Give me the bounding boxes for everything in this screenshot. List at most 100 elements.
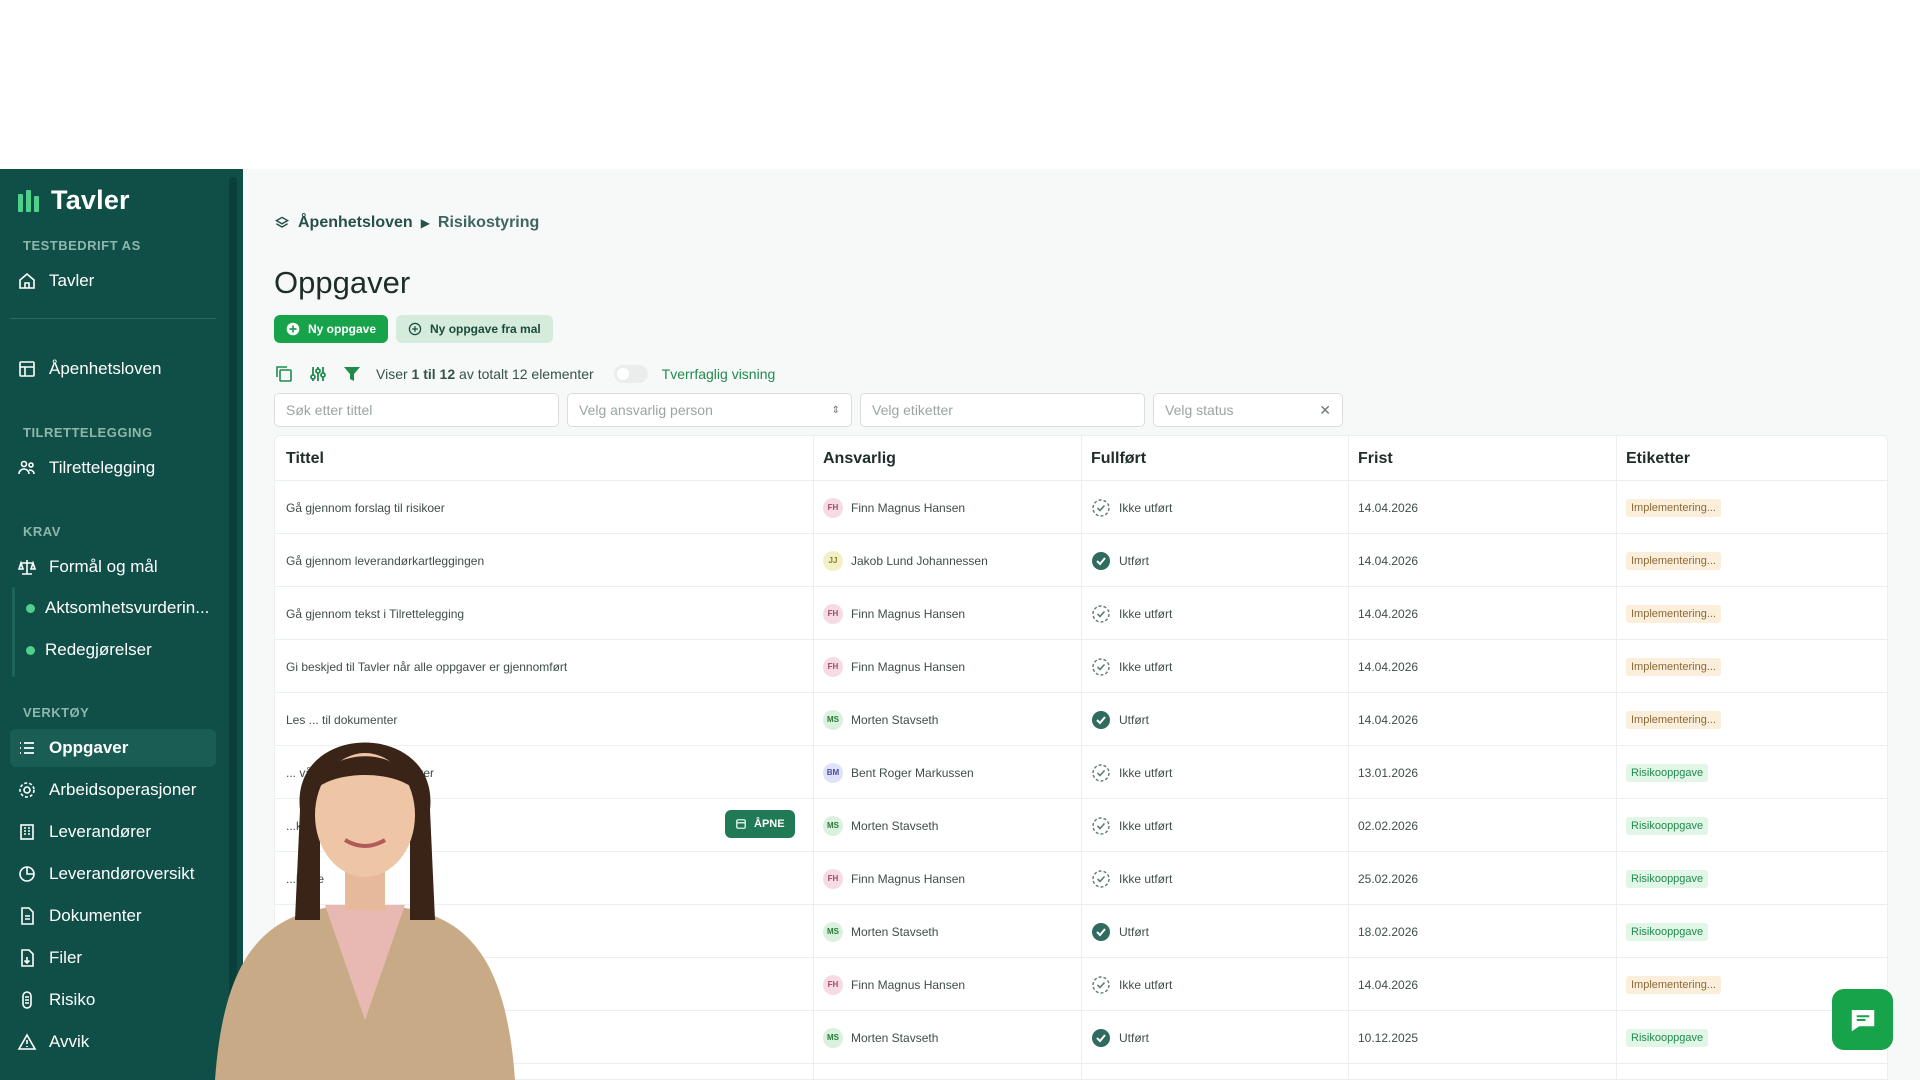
new-task-button[interactable]: Ny oppgave xyxy=(274,315,389,343)
task-title[interactable]: Gå gjennom tekst i Tilrettelegging xyxy=(286,607,464,621)
sliders-icon[interactable] xyxy=(308,364,328,384)
sidebar-item-leverandoroversikt[interactable]: Leverandøroversikt xyxy=(10,855,216,893)
copy-icon[interactable] xyxy=(274,364,294,384)
cross-discipline-toggle[interactable] xyxy=(613,365,648,383)
sidebar-item-tavler[interactable]: Tavler xyxy=(10,262,216,300)
sidebar-item-label: Formål og mål xyxy=(49,557,158,576)
action-buttons: Ny oppgave Ny oppgave fra mal xyxy=(274,315,553,343)
cell-tags: Implementering... xyxy=(1626,693,1721,746)
sidebar-item-avvik[interactable]: Avvik xyxy=(10,1023,216,1061)
cell-done[interactable]: Utført xyxy=(1091,693,1149,746)
cell-done[interactable]: Utført xyxy=(1091,1011,1149,1064)
task-title[interactable]: Gå gjennom leverandørkartleggingen xyxy=(286,554,484,568)
check-dashed-icon[interactable] xyxy=(1091,869,1111,889)
check-filled-icon[interactable] xyxy=(1091,1028,1111,1048)
search-input[interactable]: Søk etter tittel xyxy=(274,393,559,427)
table-row[interactable]: Gå gjennom tekst i Tilrettelegging FH Finn… xyxy=(275,587,1887,640)
status-text: Utført xyxy=(1119,553,1149,568)
row-count-prefix: Viser xyxy=(376,366,408,382)
cell-done[interactable]: Ikke utført xyxy=(1091,640,1172,693)
header-responsible[interactable]: Ansvarlig xyxy=(823,450,896,468)
brand[interactable]: Tavler xyxy=(18,185,130,216)
check-filled-icon[interactable] xyxy=(1091,922,1111,942)
sidebar-item-filer[interactable]: Filer xyxy=(10,939,216,977)
tag-badge[interactable]: Risikooppgave xyxy=(1626,763,1709,782)
submenu-rail xyxy=(12,587,15,677)
tag-badge[interactable]: Implementering... xyxy=(1626,604,1721,623)
cell-done[interactable]: Ikke utført xyxy=(1091,958,1172,1011)
cell-tags: Risikooppgave xyxy=(1626,746,1709,799)
cell-done[interactable]: Utført xyxy=(1091,534,1149,587)
cell-title[interactable]: Gå gjennom leverandørkartleggingen xyxy=(286,534,484,587)
cell-done[interactable]: Ikke utført xyxy=(1091,587,1172,640)
tag-badge[interactable]: Implementering... xyxy=(1626,657,1721,676)
chat-launcher-button[interactable] xyxy=(1832,989,1893,1050)
sidebar-item-label: Avvik xyxy=(49,1032,90,1051)
breadcrumb-apenhetsloven[interactable]: Åpenhetsloven xyxy=(298,214,413,232)
cell-title[interactable]: Gå gjennom tekst i Tilrettelegging xyxy=(286,587,464,640)
header-done[interactable]: Fullført xyxy=(1091,450,1146,468)
header-tags[interactable]: Etiketter xyxy=(1626,450,1690,468)
table-row[interactable]: Gå gjennom forslag til risikoer FH Finn Ma… xyxy=(275,481,1887,534)
check-dashed-icon[interactable] xyxy=(1091,975,1111,995)
task-title[interactable]: Gi beskjed til Tavler når alle oppgaver … xyxy=(286,660,567,674)
sidebar-item-label: Aktsomhetsvurderin... xyxy=(45,598,210,617)
chevron-updown-icon: ⇕ xyxy=(831,404,840,416)
header-deadline[interactable]: Frist xyxy=(1358,450,1393,468)
breadcrumb-risikostyring[interactable]: Risikostyring xyxy=(438,214,539,232)
new-from-template-button[interactable]: Ny oppgave fra mal xyxy=(396,315,553,343)
deadline-date: 14.04.2026 xyxy=(1358,977,1419,992)
check-dashed-icon[interactable] xyxy=(1091,498,1111,518)
tag-badge[interactable]: Implementering... xyxy=(1626,710,1721,729)
sidebar-item-oppgaver[interactable]: Oppgaver xyxy=(10,729,216,767)
responsible-select[interactable]: Velg ansvarlig person ⇕ xyxy=(567,393,852,427)
sidebar-item-tilrettelegging[interactable]: Tilrettelegging xyxy=(10,449,216,487)
tag-badge[interactable]: Risikooppgave xyxy=(1626,869,1709,888)
tags-select[interactable]: Velg etiketter xyxy=(860,393,1145,427)
home-icon xyxy=(19,272,35,289)
header-title[interactable]: Tittel xyxy=(286,450,324,468)
table-row[interactable]: Gi beskjed til Tavler når alle oppgaver … xyxy=(275,640,1887,693)
sidebar-subitem-redegjorelser[interactable]: Redegjørelser xyxy=(22,632,152,668)
cell-done[interactable]: Ikke utført xyxy=(1091,746,1172,799)
tag-badge[interactable]: Implementering... xyxy=(1626,551,1721,570)
cell-done[interactable]: Ikke utført xyxy=(1091,481,1172,534)
check-dashed-icon[interactable] xyxy=(1091,763,1111,783)
responsible-name: Morten Stavseth xyxy=(851,1030,939,1045)
sidebar-item-leverandorer[interactable]: Leverandører xyxy=(10,813,216,851)
check-dashed-icon[interactable] xyxy=(1091,604,1111,624)
tag-badge[interactable]: Risikooppgave xyxy=(1626,922,1709,941)
sidebar-item-arbeidsoperasjoner[interactable]: Arbeidsoperasjoner xyxy=(10,771,216,809)
sidebar-item-risiko[interactable]: Risiko xyxy=(10,981,216,1019)
deadline-date: 25.02.2026 xyxy=(1358,871,1419,886)
cell-done[interactable]: Utført xyxy=(1091,905,1149,958)
cell-done[interactable]: Ikke utført xyxy=(1091,852,1172,905)
task-title[interactable]: Gå gjennom forslag til risikoer xyxy=(286,501,445,515)
tag-badge[interactable]: Risikooppgave xyxy=(1626,816,1709,835)
sidebar-item-dokumenter[interactable]: Dokumenter xyxy=(10,897,216,935)
tag-badge[interactable]: Risikooppgave xyxy=(1626,1028,1709,1047)
table-row[interactable]: Gå gjennom leverandørkartleggingen JJ Jako… xyxy=(275,534,1887,587)
status-select[interactable]: Velg status ✕ xyxy=(1153,393,1343,427)
sidebar-item-apenhetsloven[interactable]: Åpenhetsloven xyxy=(10,350,216,388)
presenter-video-overlay xyxy=(215,742,515,1080)
tag-badge[interactable]: Implementering... xyxy=(1626,975,1721,994)
cell-deadline: 14.04.2026 xyxy=(1358,640,1418,693)
check-filled-icon[interactable] xyxy=(1091,710,1111,730)
open-task-button[interactable]: ÅPNE xyxy=(725,810,795,838)
file-icon xyxy=(21,907,34,925)
check-dashed-icon[interactable] xyxy=(1091,657,1111,677)
cell-done[interactable]: Ikke utført xyxy=(1091,799,1172,852)
filter-icon[interactable] xyxy=(342,364,362,384)
search-placeholder: Søk etter tittel xyxy=(286,402,373,418)
sidebar-subitem-aktsomhet[interactable]: Aktsomhetsvurderin... xyxy=(22,590,209,626)
sidebar-item-label: Tilrettelegging xyxy=(49,458,156,477)
file-icon xyxy=(21,949,34,967)
tag-badge[interactable]: Implementering... xyxy=(1626,498,1721,517)
check-filled-icon[interactable] xyxy=(1091,551,1111,571)
cell-title[interactable]: Gi beskjed til Tavler når alle oppgaver … xyxy=(286,640,567,693)
check-dashed-icon[interactable] xyxy=(1091,816,1111,836)
cell-title[interactable]: Gå gjennom forslag til risikoer xyxy=(286,481,445,534)
sidebar-item-formal[interactable]: Formål og mål xyxy=(10,548,216,586)
clear-icon[interactable]: ✕ xyxy=(1319,402,1331,419)
